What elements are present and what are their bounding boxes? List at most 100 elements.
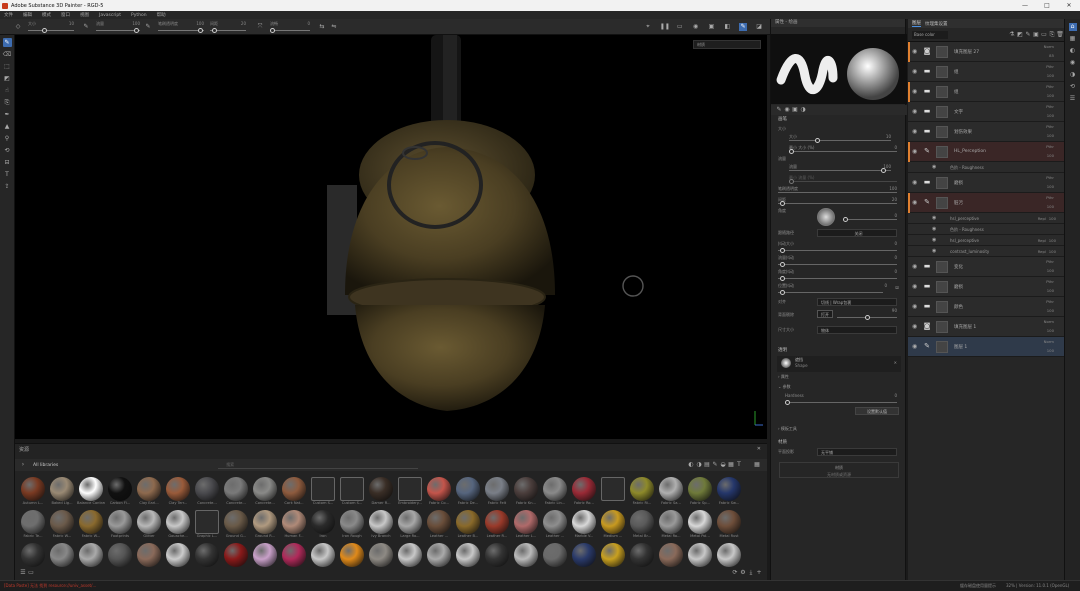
menu-view[interactable]: 视图 xyxy=(80,12,89,18)
material-thumbnail[interactable]: Leather R... xyxy=(483,510,511,539)
effect-opacity[interactable]: 100 xyxy=(1049,249,1056,254)
folder-icon[interactable]: ▭ xyxy=(27,569,35,577)
material-thumbnail[interactable]: Leather B... xyxy=(454,510,482,539)
material-thumbnail[interactable]: Autumn L... xyxy=(19,477,47,506)
angle-row[interactable]: 角度 0 xyxy=(771,207,907,229)
projection-icon[interactable]: ⬚ xyxy=(3,62,12,71)
eye-icon[interactable]: ◉ xyxy=(912,303,917,310)
minimize-button[interactable]: — xyxy=(1014,0,1036,11)
material-thumbnail[interactable]: Fabric Sw... xyxy=(715,477,743,506)
layer-opacity[interactable]: 100 xyxy=(1047,93,1054,98)
material-thumbnail[interactable]: Marble V... xyxy=(570,510,598,539)
menu-edit[interactable]: 编辑 xyxy=(23,12,32,18)
shader-settings-icon[interactable]: ◉ xyxy=(1069,59,1077,67)
layer-opacity[interactable]: 100 xyxy=(1047,153,1054,158)
material-thumbnail[interactable] xyxy=(657,543,685,572)
channel-dropdown[interactable]: Base color xyxy=(912,30,948,39)
material-thumbnail[interactable]: Glitter xyxy=(135,510,163,539)
list-icon[interactable]: ☰ xyxy=(19,569,27,577)
layer-blend-mode[interactable]: Norm xyxy=(1044,319,1054,324)
chevron-right-icon[interactable]: › xyxy=(19,461,27,469)
add-effect-icon[interactable]: ⚗ xyxy=(1008,31,1016,39)
material-thumbnail[interactable]: Fabric Te... xyxy=(19,510,47,539)
maximize-button[interactable]: □ xyxy=(1036,0,1058,11)
view-mode-icon[interactable]: ▦ xyxy=(753,461,761,469)
material-thumbnail[interactable] xyxy=(193,543,221,572)
material-thumbnail[interactable] xyxy=(309,543,337,572)
size-row[interactable]: 大小 10 xyxy=(771,133,907,144)
material-thumbnail[interactable]: Metal Rust xyxy=(715,510,743,539)
material-drop-zone[interactable]: 材质 无材质或资源 xyxy=(779,462,899,478)
eye-icon[interactable]: ◉ xyxy=(912,179,917,186)
3d-viewport[interactable]: 材质 xyxy=(15,35,767,439)
layer-effect-row[interactable]: ◉ hsl_perceptive Repl 100 xyxy=(908,235,1064,246)
size-slider[interactable]: 大小 10 xyxy=(28,19,74,35)
menu-python[interactable]: Python xyxy=(131,13,147,18)
flow-slider[interactable]: 流量 100 xyxy=(96,19,140,35)
layer-blend-mode[interactable]: Pthr xyxy=(1046,279,1054,284)
material-thumbnail[interactable] xyxy=(628,543,656,572)
display-icon[interactable]: ◧ xyxy=(723,23,731,31)
add-folder-icon[interactable]: ▭ xyxy=(1040,31,1048,39)
clone-icon[interactable]: ⎘ xyxy=(3,98,12,107)
viewer-settings-icon[interactable]: ◑ xyxy=(1069,71,1077,79)
eye-icon[interactable]: ◉ xyxy=(912,88,917,95)
layer-opacity[interactable]: 100 xyxy=(1047,73,1054,78)
eye-icon[interactable]: ◉ xyxy=(912,108,917,115)
material-thumbnail[interactable]: Concrete... xyxy=(222,477,250,506)
material-thumbnail[interactable] xyxy=(483,543,511,572)
shelf-close-icon[interactable]: ✕ xyxy=(757,446,761,452)
render-icon[interactable]: ◪ xyxy=(755,23,763,31)
material-thumbnail[interactable]: Concrete... xyxy=(251,477,279,506)
layer-row[interactable]: ◉ ▬ 磨损 Pthr 100 xyxy=(908,277,1064,297)
material-thumbnail[interactable] xyxy=(367,543,395,572)
brush-opacity-slider[interactable]: 笔刷透明度 100 xyxy=(158,19,204,35)
material-thumbnail[interactable]: Clay Terr... xyxy=(164,477,192,506)
material-thumbnail[interactable]: Embroidery... xyxy=(396,477,424,506)
backface-row[interactable]: 背面剔除 打开 90 xyxy=(771,308,907,324)
geometry-fill-icon[interactable]: ◩ xyxy=(3,74,12,83)
color-picker-icon[interactable]: ⚲ xyxy=(3,134,12,143)
eye-icon[interactable]: ◉ xyxy=(912,343,917,350)
layer-blend-mode[interactable]: Pthr xyxy=(1046,299,1054,304)
material-thumbnail[interactable]: Fabric Ro... xyxy=(570,477,598,506)
filter-texture-icon[interactable]: ▤ xyxy=(703,461,711,469)
material-thumbnail[interactable]: Fabric Ri... xyxy=(628,477,656,506)
picker-icon[interactable]: ✒ xyxy=(3,110,12,119)
effect-opacity[interactable]: 100 xyxy=(1049,238,1056,243)
pause-icon[interactable]: ❚❚ xyxy=(660,23,670,31)
material-thumbnail[interactable] xyxy=(541,543,569,572)
layer-opacity[interactable]: 100 xyxy=(1047,184,1054,189)
reset-defaults-button[interactable]: 设置默认值 xyxy=(855,407,899,415)
opacity-row[interactable]: 笔刷透明度 100 xyxy=(771,185,907,196)
backface-toggle[interactable]: 打开 xyxy=(817,310,833,318)
material-thumbnail[interactable]: Clay Earl... xyxy=(135,477,163,506)
display-settings-icon[interactable]: ◐ xyxy=(1069,47,1077,55)
material-thumbnail[interactable] xyxy=(19,543,47,572)
mirror-settings-icon[interactable]: ⇋ xyxy=(330,23,338,31)
material-thumbnail[interactable] xyxy=(77,543,105,572)
eye-icon[interactable]: ◉ xyxy=(912,48,917,55)
material-thumbnail[interactable]: Fabric Felt xyxy=(483,477,511,506)
material-thumbnail[interactable]: Metal Br... xyxy=(628,510,656,539)
material-thumbnail[interactable] xyxy=(135,543,163,572)
delete-icon[interactable]: 🗑 xyxy=(1056,31,1064,39)
effect-opacity[interactable]: 100 xyxy=(1049,216,1056,221)
layer-row[interactable]: ◉ ◙ 填充图层 1 Norm 100 xyxy=(908,317,1064,337)
material-thumbnail[interactable] xyxy=(512,543,540,572)
spacing-row[interactable]: 间距 20 xyxy=(771,196,907,207)
effect-blend-mode[interactable]: Repl xyxy=(1038,238,1046,243)
menu-mode[interactable]: 模式 xyxy=(42,12,51,18)
layer-effect-row[interactable]: ◉ contrast_luminosity Repl 100 xyxy=(908,246,1064,257)
material-thumbnail[interactable]: Metal Pol... xyxy=(686,510,714,539)
smudge-icon[interactable]: ☝ xyxy=(3,86,12,95)
stencil-toggle[interactable]: › 模板工具 xyxy=(771,424,907,434)
alpha-slot[interactable]: 遮挡 Shape ✕ xyxy=(777,356,901,372)
add-fill-layer-icon[interactable]: ▣ xyxy=(1032,31,1040,39)
shelf-search-input[interactable]: 搜索 xyxy=(218,461,419,469)
layers-dock-icon[interactable]: ⌂ xyxy=(1068,23,1077,31)
material-thumbnail[interactable]: Gouache... xyxy=(164,510,192,539)
material-thumbnail[interactable]: Leather ... xyxy=(425,510,453,539)
layer-opacity[interactable]: 100 xyxy=(1047,308,1054,313)
material-thumbnail[interactable] xyxy=(106,543,134,572)
